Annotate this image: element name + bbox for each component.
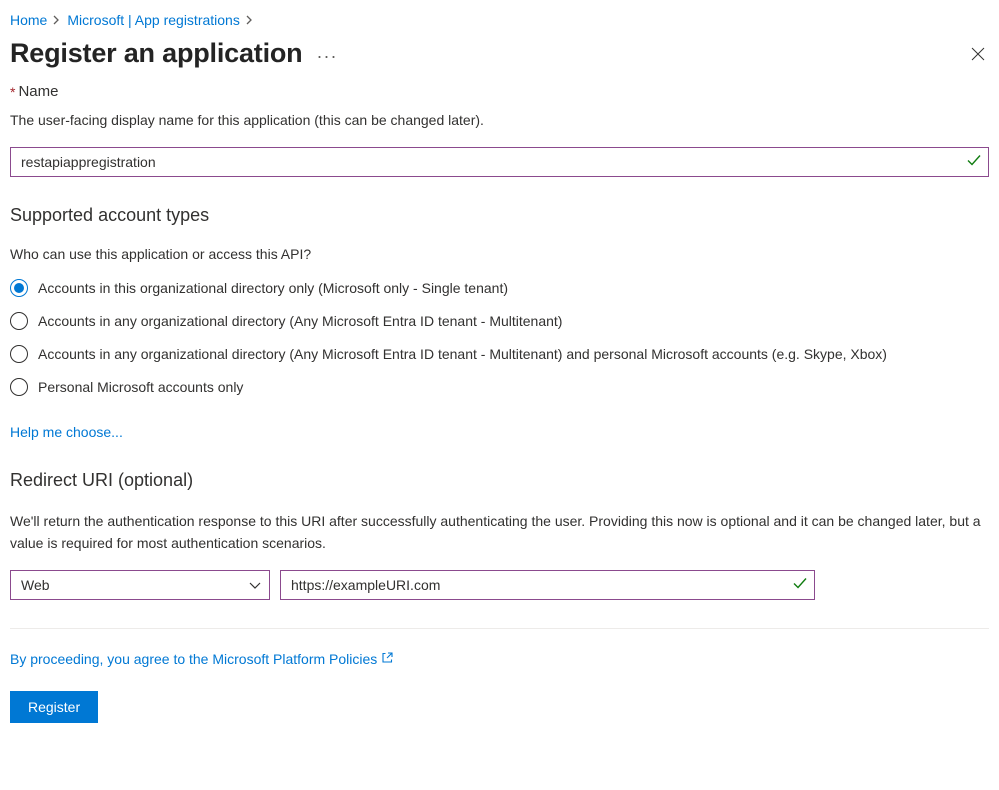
breadcrumb: Home Microsoft | App registrations: [10, 12, 989, 28]
checkmark-icon: [967, 154, 981, 171]
radio-label: Accounts in any organizational directory…: [38, 344, 907, 365]
checkmark-icon: [793, 577, 807, 594]
radio-option-multitenant-personal[interactable]: Accounts in any organizational directory…: [10, 344, 989, 365]
redirect-uri-row: Web: [10, 570, 989, 600]
breadcrumb-home[interactable]: Home: [10, 12, 47, 28]
help-me-choose-link[interactable]: Help me choose...: [10, 424, 123, 440]
name-label: * Name: [10, 83, 989, 100]
page-header: Register an application ···: [10, 38, 989, 69]
required-indicator: *: [10, 84, 15, 100]
divider: [10, 628, 989, 629]
breadcrumb-app-registrations[interactable]: Microsoft | App registrations: [67, 12, 239, 28]
external-link-icon: [381, 651, 394, 667]
name-label-text: Name: [18, 83, 58, 100]
chevron-right-icon: [53, 12, 61, 28]
radio-icon: [10, 378, 28, 396]
radio-icon: [10, 345, 28, 363]
radio-label: Accounts in any organizational directory…: [38, 311, 582, 332]
radio-label: Personal Microsoft accounts only: [38, 377, 263, 398]
radio-icon: [10, 279, 28, 297]
radio-label: Accounts in this organizational director…: [38, 278, 528, 299]
name-description: The user-facing display name for this ap…: [10, 110, 989, 131]
chevron-down-icon: [249, 577, 261, 593]
account-types-radio-group: Accounts in this organizational director…: [10, 278, 989, 398]
chevron-right-icon: [246, 12, 254, 28]
close-icon: [971, 47, 985, 61]
radio-icon: [10, 312, 28, 330]
register-button[interactable]: Register: [10, 691, 98, 723]
account-types-heading: Supported account types: [10, 205, 989, 226]
account-types-question: Who can use this application or access t…: [10, 246, 989, 262]
policies-agreement: By proceeding, you agree to the Microsof…: [10, 651, 989, 667]
page-title: Register an application: [10, 38, 302, 69]
redirect-uri-heading: Redirect URI (optional): [10, 470, 989, 491]
redirect-uri-description: We'll return the authentication response…: [10, 511, 989, 554]
radio-option-single-tenant[interactable]: Accounts in this organizational director…: [10, 278, 989, 299]
radio-option-multitenant[interactable]: Accounts in any organizational directory…: [10, 311, 989, 332]
name-input[interactable]: [10, 147, 989, 177]
platform-selected-value: Web: [21, 577, 50, 593]
radio-option-personal-only[interactable]: Personal Microsoft accounts only: [10, 377, 989, 398]
redirect-uri-input[interactable]: [280, 570, 815, 600]
platform-policies-link[interactable]: By proceeding, you agree to the Microsof…: [10, 651, 377, 667]
platform-select[interactable]: Web: [10, 570, 270, 600]
close-button[interactable]: [967, 43, 989, 65]
more-options-icon[interactable]: ···: [316, 40, 337, 67]
